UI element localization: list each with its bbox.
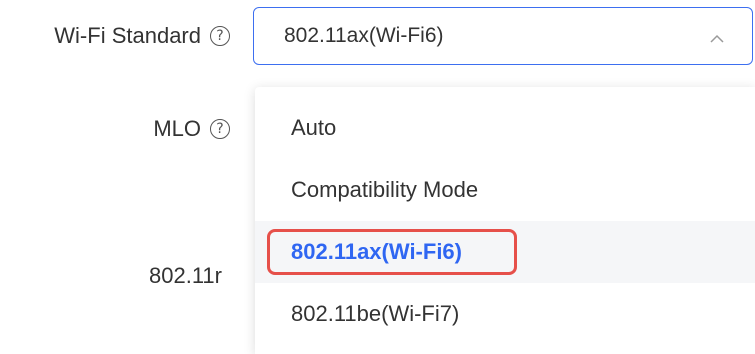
option-auto[interactable]: Auto	[255, 97, 755, 159]
select-value: 802.11ax(Wi-Fi6)	[284, 24, 444, 47]
wifi-standard-label: Wi-Fi Standard	[54, 23, 201, 48]
help-icon[interactable]: ?	[210, 26, 230, 46]
option-label: Compatibility Mode	[291, 177, 479, 202]
option-label: 802.11be(Wi-Fi7)	[291, 301, 460, 326]
80211r-label-row: 802.11r	[0, 258, 222, 294]
wifi-standard-dropdown: Auto Compatibility Mode 802.11ax(Wi-Fi6)…	[255, 87, 755, 354]
chevron-up-icon	[710, 34, 724, 43]
mlo-label: MLO	[153, 116, 201, 141]
80211r-label: 802.11r	[149, 263, 222, 288]
settings-panel: Wi-Fi Standard ? MLO ? 802.11r 802.11ax(…	[0, 0, 755, 354]
option-80211ax-wifi6[interactable]: 802.11ax(Wi-Fi6)	[255, 221, 755, 283]
wifi-standard-label-row: Wi-Fi Standard ?	[0, 18, 230, 54]
option-label-selected: 802.11ax(Wi-Fi6)	[291, 239, 462, 264]
wifi-standard-select[interactable]: 802.11ax(Wi-Fi6)	[253, 7, 753, 65]
option-label: Auto	[291, 115, 337, 140]
option-80211be-wifi7[interactable]: 802.11be(Wi-Fi7)	[255, 283, 755, 345]
option-compatibility-mode[interactable]: Compatibility Mode	[255, 159, 755, 221]
help-icon[interactable]: ?	[210, 119, 230, 139]
mlo-label-row: MLO ?	[0, 111, 230, 147]
